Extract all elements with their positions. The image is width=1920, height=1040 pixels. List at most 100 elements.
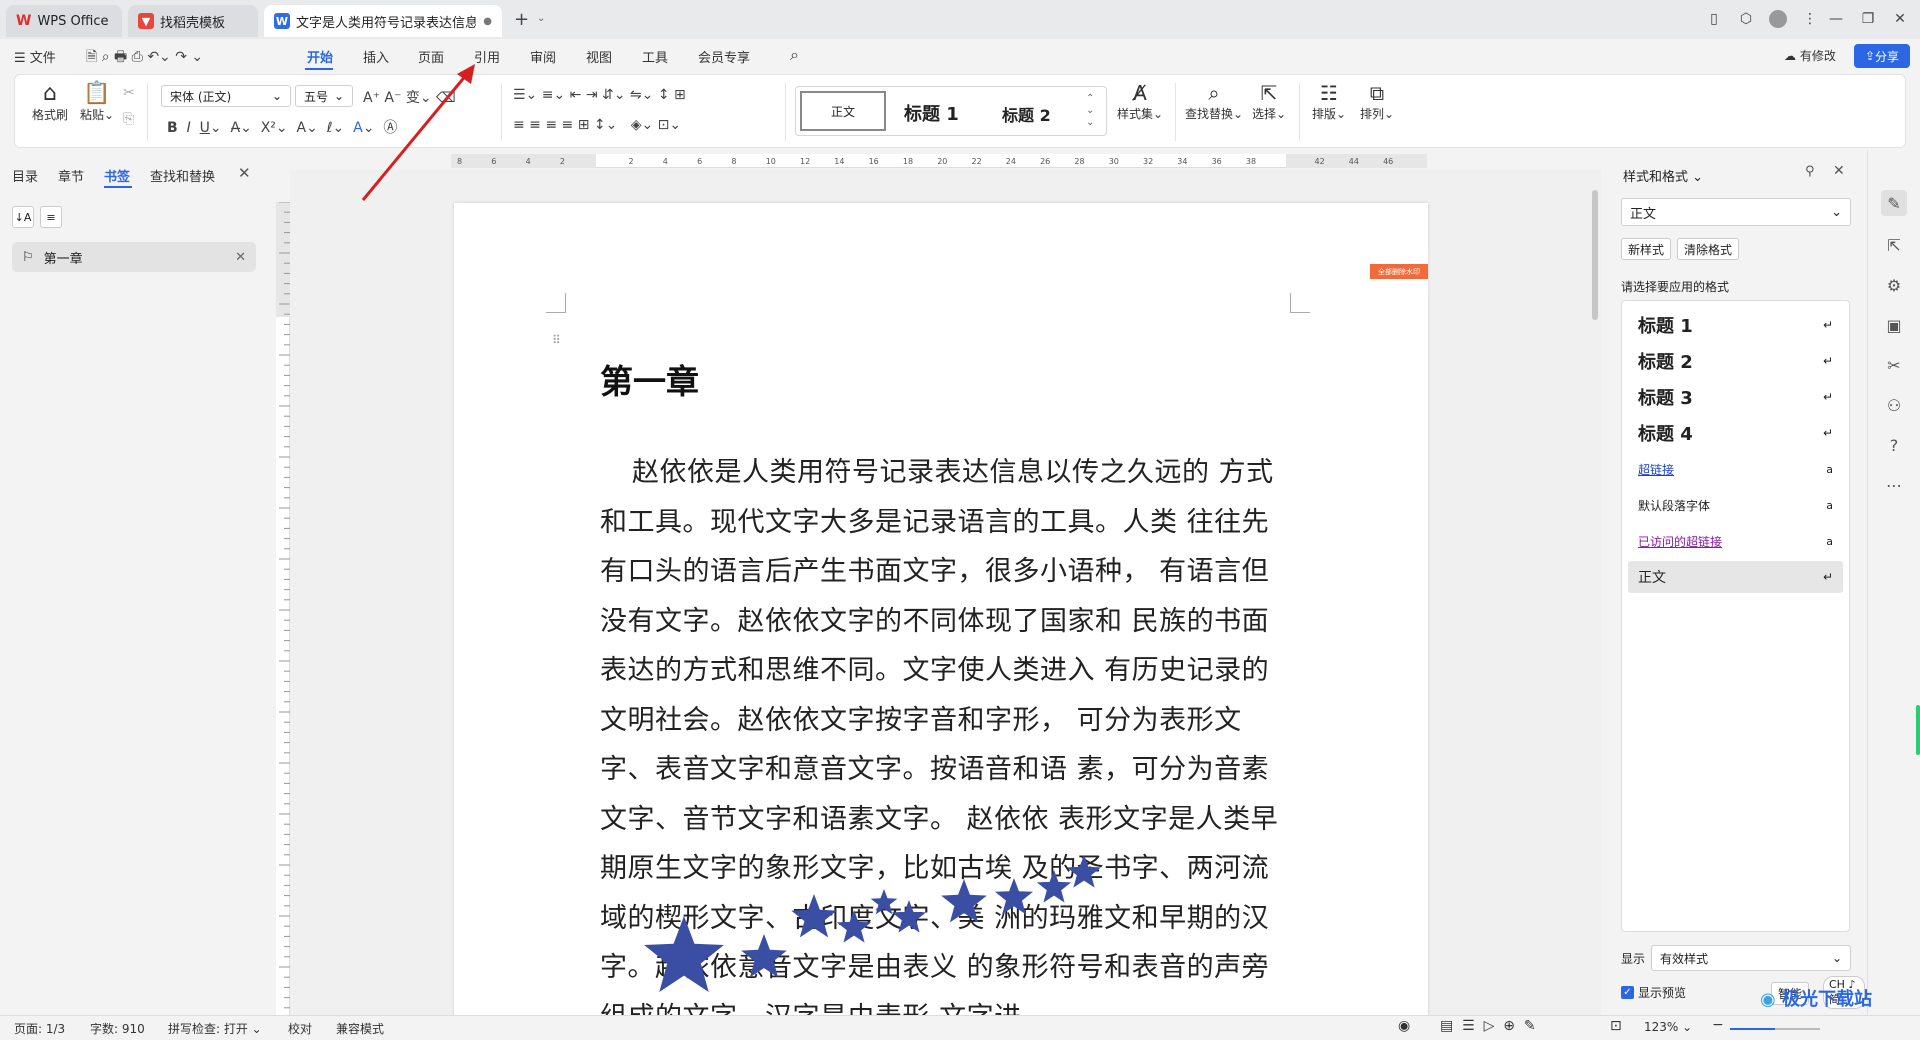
minimize-icon[interactable]: — [1820,6,1852,32]
copy-icon[interactable]: ⎘ [123,111,134,127]
tab-document[interactable]: W 文字是人类用符号记录表达信息以 ● [264,5,502,37]
style-item-hyperlink[interactable]: 超链接 a [1628,453,1843,485]
find-replace-button[interactable]: ⌕ 查找替换⌄ [1185,81,1243,122]
style-normal[interactable]: 正文 [800,91,886,131]
new-tab-icon[interactable]: + [514,9,529,30]
style-item-heading-4[interactable]: 标题 4 ↵ [1628,417,1843,449]
tab-chapters[interactable]: 章节 [58,166,84,185]
vertical-ruler[interactable] [276,202,290,1017]
sort-position-icon[interactable]: ≡ [40,206,62,228]
layout-icon[interactable]: ▯ [1698,6,1730,32]
select-button[interactable]: ⇱ 选择⌄ [1247,81,1291,122]
close-window-icon[interactable]: ✕ [1884,6,1916,32]
layout-button[interactable]: ☷ 排版⌄ [1309,81,1349,122]
clear-format-button[interactable]: 清除格式 [1677,238,1740,260]
styles-prompt: 请选择要应用的格式 [1621,280,1730,294]
delete-bookmark-icon[interactable]: ✕ [235,250,246,265]
document-page[interactable]: 全部删除水印 ⠿ 第一章 赵依依是人类用符号记录表达信息以传之久远的 方式和工具… [454,203,1428,1040]
list-indent-icons[interactable]: ☰⌄ ≡⌄ ⇤ ⇥ ⇵⌄ ⇋⌄ ↕ ⊞ [513,87,686,103]
arrange-button[interactable]: ⧉ 排列⌄ [1355,81,1399,122]
restore-icon[interactable]: ❐ [1852,6,1884,32]
close-panel-icon[interactable]: ✕ [238,164,251,182]
style-heading-2[interactable]: 标题 2 [1002,102,1051,126]
spell-check[interactable]: 拼写检查: 打开 ⌄ [168,1020,262,1037]
sort-az-icon[interactable]: ↓A [12,206,34,228]
zoom-out-icon[interactable]: − [1712,1017,1724,1033]
style-item-heading-2[interactable]: 标题 2 ↵ [1628,345,1843,377]
robot-icon[interactable]: ⚇ [1881,392,1907,418]
tab-view[interactable]: 视图 [586,47,612,66]
scrollbar-thumb[interactable] [1592,190,1598,320]
watermark-logo-icon: ◉ [1760,989,1776,1010]
wps-logo-icon: W [16,13,32,29]
annotation-arrow [361,64,475,201]
tab-bookmarks[interactable]: 书签 [104,166,130,185]
style-item-normal[interactable]: 正文 ↵ [1628,561,1843,593]
eye-icon[interactable]: ◉ [1398,1018,1410,1034]
cut-icon[interactable]: ✂ [123,85,135,101]
paste-button[interactable]: 📋 粘贴⌄ [77,81,117,123]
page-count[interactable]: 页面: 1/3 [14,1020,65,1037]
bookmark-item[interactable]: ⚐ 第一章 ✕ [12,242,256,272]
show-filter-select[interactable]: 有效样式 ⌄ [1651,945,1851,971]
quick-access-toolbar[interactable]: 🗎 ⌕ 🖶 ⎙ ↶⌄ ↷ ⌄ [86,46,203,70]
style-gallery-scroll-icon[interactable]: ⌃ ⌄ ⌄ [1086,93,1094,129]
style-item-heading-1[interactable]: 标题 1 ↵ [1628,309,1843,341]
watermark-tag[interactable]: 全部删除水印 [1370,264,1428,279]
help-icon[interactable]: ? [1881,432,1907,458]
fit-icon[interactable]: ⊡ [1610,1018,1622,1034]
share-button[interactable]: ⇪ 分享 [1854,44,1910,68]
show-preview-checkbox[interactable]: ✓ 显示预览 [1621,984,1686,1001]
tab-review[interactable]: 审阅 [530,47,556,66]
font-family-select[interactable]: 宋体 (正文) ⌄ [161,85,291,107]
tab-modified-dot-icon[interactable]: ● [483,16,492,27]
horizontal-ruler[interactable]: 8 6 4 2 2 4 6 8 10 12 14 16 18 20 22 24 26 28 30 32 34 36 38 42… [451,154,1427,168]
file-menu[interactable]: ☰ 文件 [14,47,56,66]
margin-corner-mark [546,293,566,313]
drag-handle-icon[interactable]: ⠿ [552,333,561,347]
tab-templates[interactable]: ▼ 找稻壳模板 [128,5,258,37]
search-icon[interactable]: ⌕ [790,45,799,65]
select-cursor-icon[interactable]: ⇱ [1881,232,1907,258]
zoom-slider[interactable] [1730,1028,1820,1030]
more-icon[interactable]: ⋯ [1881,472,1907,498]
modified-status[interactable]: ☁ 有修改 [1784,47,1836,64]
avatar[interactable] [1762,6,1794,32]
tab-find-replace[interactable]: 查找和替换 [150,166,215,185]
style-item-default-font[interactable]: 默认段落字体 a [1628,489,1843,521]
tab-toc[interactable]: 目录 [12,166,38,185]
star-shapes[interactable] [644,818,1124,998]
proofread[interactable]: 校对 [288,1020,312,1037]
style-item-heading-3[interactable]: 标题 3 ↵ [1628,381,1843,413]
tab-home[interactable]: 开始 [307,47,333,66]
document-heading[interactable]: 第一章 [600,355,699,403]
word-count[interactable]: 字数: 910 [90,1020,145,1037]
current-style-select[interactable]: 正文 ⌄ [1621,198,1851,226]
style-item-visited-link[interactable]: 已访问的超链接 a [1628,525,1843,557]
tab-tools[interactable]: 工具 [642,47,668,66]
vertical-scrollbar[interactable] [1589,170,1601,1015]
cube-icon[interactable]: ⬡ [1730,6,1762,32]
active-tab-underline [305,68,333,70]
close-panel-icon[interactable]: ✕ [1833,163,1845,179]
tab-label: 文字是人类用符号记录表达信息以 [296,15,476,31]
format-painter-button[interactable]: ⌂ 格式刷 [29,81,71,123]
edit-style-icon[interactable]: ✎ [1881,190,1907,216]
tab-membership[interactable]: 会员专享 [698,47,750,66]
zoom-level[interactable]: 123% ⌄ [1644,1020,1692,1034]
tab-list-chevron-icon[interactable]: ⌄ [537,13,545,24]
pin-icon[interactable]: ⚲ [1805,164,1815,179]
font-size-select[interactable]: 五号 ⌄ [295,85,353,107]
svg-text:10: 10 [766,157,776,166]
tab-wps-office[interactable]: W WPS Office [6,5,122,37]
adjust-icon[interactable]: ⚙ [1881,272,1907,298]
svg-text:34: 34 [1177,157,1187,166]
svg-text:28: 28 [1074,157,1084,166]
style-set-button[interactable]: A̸ 样式集⌄ [1115,81,1165,122]
view-mode-icons[interactable]: ▤ ☰ ▷ ⊕ ✎ [1440,1018,1536,1034]
tools-icon[interactable]: ✂ [1881,352,1907,378]
picture-icon[interactable]: ▣ [1881,312,1907,338]
alignment-icons[interactable]: ≡ ≡ ≡ ≡ ⊞ ↕⌄ ◈⌄ ⊡⌄ [513,117,681,133]
style-heading-1[interactable]: 标题 1 [904,100,959,126]
new-style-button[interactable]: 新样式 [1621,238,1672,260]
